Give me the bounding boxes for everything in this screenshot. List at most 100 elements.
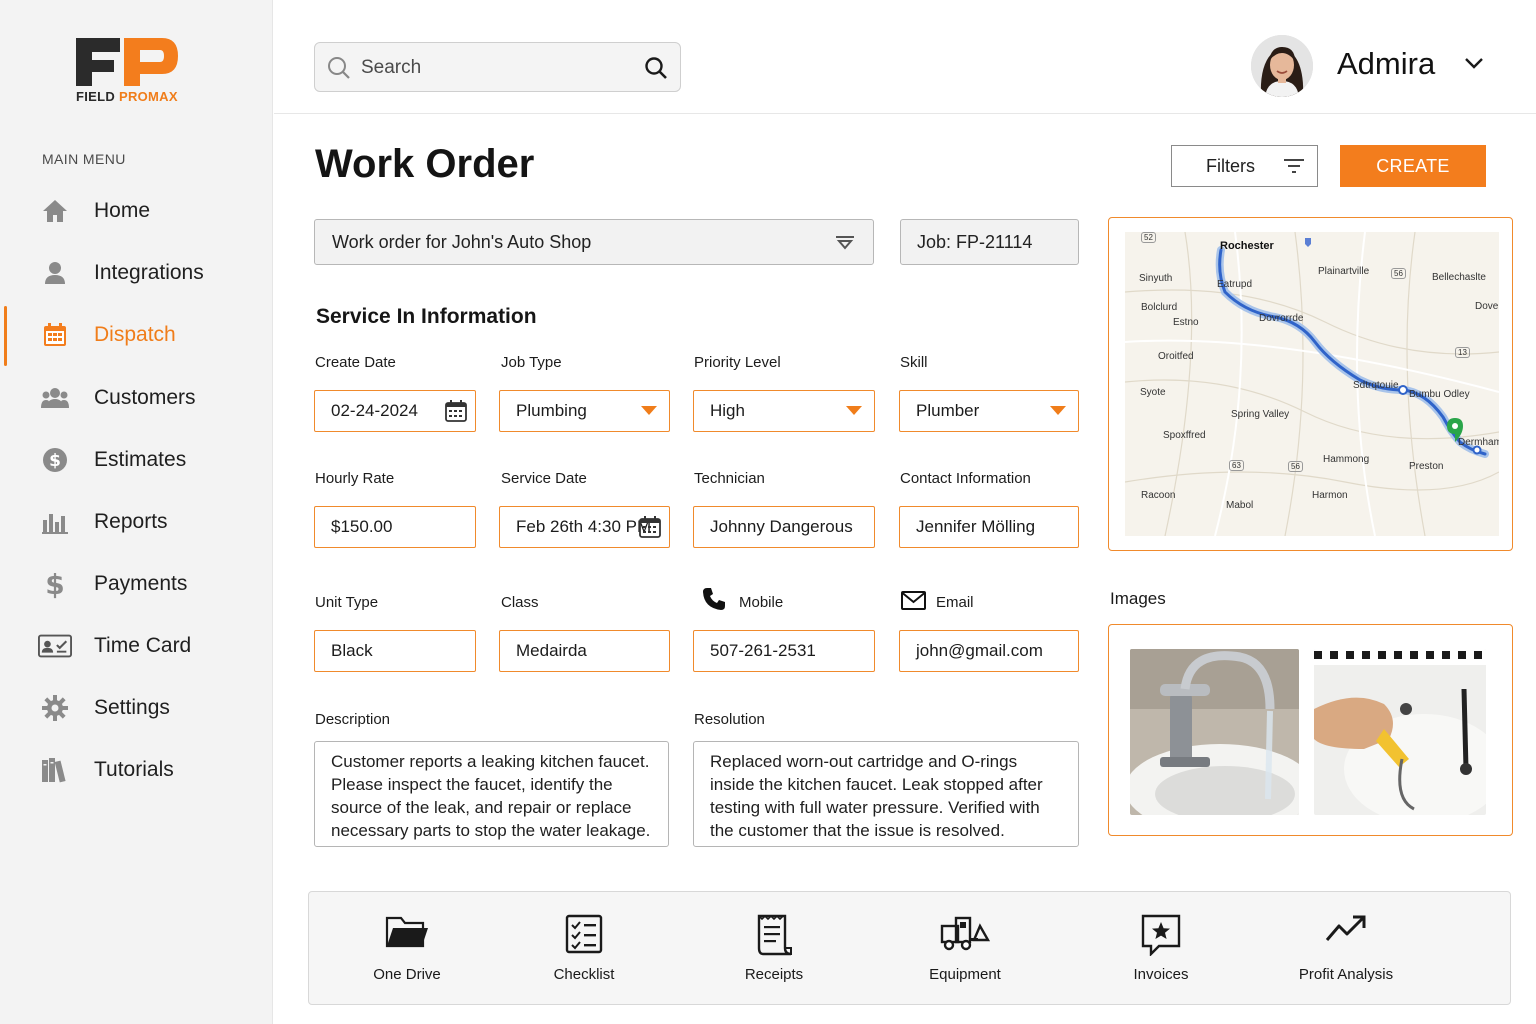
route-map[interactable]: Rochester Plainartville Bellechaslte Dov… <box>1125 232 1499 536</box>
resolution-label: Resolution <box>694 711 765 728</box>
sidebar: FIELD PROMAX MAIN MENU Home Integrations… <box>0 0 273 1024</box>
highway-shield: 63 <box>1229 460 1244 471</box>
sidebar-item-label: Tutorials <box>94 758 174 781</box>
tool-label: Checklist <box>553 966 615 983</box>
caret-down-icon <box>641 406 657 415</box>
email-label: Email <box>936 594 974 611</box>
create-button[interactable]: CREATE <box>1340 145 1486 187</box>
faucet-image[interactable] <box>1130 649 1299 815</box>
invoices-button[interactable]: Invoices <box>1086 892 1236 1004</box>
sidebar-item-estimates[interactable]: $ Estimates <box>0 431 273 489</box>
calendar-icon[interactable] <box>445 400 467 427</box>
create-date-label: Create Date <box>315 354 396 371</box>
priority-select[interactable]: High <box>693 390 875 432</box>
map-label: Hammong <box>1323 454 1370 465</box>
priority-label: Priority Level <box>694 354 781 371</box>
main-menu-title: MAIN MENU <box>42 151 126 167</box>
job-type-select[interactable]: Plumbing <box>499 390 670 432</box>
resolution-textarea[interactable]: Replaced worn-out cartridge and O-rings … <box>693 741 1079 847</box>
sidebar-item-time-card[interactable]: Time Card <box>0 617 273 675</box>
search-icon <box>327 56 351 85</box>
users-icon <box>38 381 72 415</box>
section-title: Service In Information <box>316 305 537 328</box>
one-drive-button[interactable]: One Drive <box>332 892 482 1004</box>
create-date-value: 02-24-2024 <box>331 401 418 420</box>
email-icon <box>901 591 926 615</box>
contact-field[interactable]: Jennifer Mölling <box>899 506 1079 548</box>
class-field[interactable]: Medairda <box>499 630 670 672</box>
profit-analysis-button[interactable]: Profit Analysis <box>1271 892 1421 1004</box>
sidebar-item-home[interactable]: Home <box>0 182 273 240</box>
job-number: Job: FP-21114 <box>900 219 1079 265</box>
sidebar-item-label: Dispatch <box>94 323 176 346</box>
bar-chart-icon <box>38 505 72 539</box>
bottom-toolbar: One Drive Checklist Receipts Equipment I… <box>308 891 1511 1005</box>
checklist-button[interactable]: Checklist <box>509 892 659 1004</box>
highway-shield: 13 <box>1455 347 1470 358</box>
contact-value: Jennifer Mölling <box>916 517 1036 536</box>
technician-value: Johnny Dangerous <box>710 517 853 536</box>
map-label: Spring Valley <box>1231 409 1290 420</box>
truck-icon <box>940 914 991 957</box>
svg-text:$: $ <box>45 569 64 599</box>
search-input[interactable] <box>361 53 631 83</box>
sidebar-item-label: Time Card <box>94 634 192 657</box>
books-icon <box>38 753 72 787</box>
repair-image[interactable] <box>1314 649 1486 815</box>
gear-icon <box>38 691 72 725</box>
sidebar-item-dispatch[interactable]: Dispatch <box>0 306 273 366</box>
filter-icon <box>1283 157 1305 180</box>
logo-text: FIELD PROMAX <box>76 89 178 104</box>
map-label: Sinyuth <box>1139 273 1173 284</box>
create-date-field[interactable]: 02-24-2024 <box>314 390 476 432</box>
home-icon <box>38 194 72 228</box>
skill-select[interactable]: Plumber <box>899 390 1079 432</box>
sidebar-item-label: Reports <box>94 510 168 533</box>
sidebar-item-label: Payments <box>94 572 188 595</box>
work-order-select[interactable]: Work order for John's Auto Shop <box>314 219 874 265</box>
sidebar-item-label: Estimates <box>94 448 187 471</box>
chevron-down-icon[interactable] <box>1464 56 1484 75</box>
sidebar-item-reports[interactable]: Reports <box>0 493 273 551</box>
service-date-field[interactable]: Feb 26th 4:30 PM <box>499 506 670 548</box>
avatar[interactable] <box>1251 35 1313 97</box>
sidebar-item-settings[interactable]: Settings <box>0 679 273 737</box>
equipment-button[interactable]: Equipment <box>890 892 1040 1004</box>
route-map-panel: Rochester Plainartville Bellechaslte Dov… <box>1108 217 1513 551</box>
dollar-circle-icon: $ <box>38 443 72 477</box>
service-date-value: Feb 26th 4:30 PM <box>516 517 652 536</box>
sidebar-item-label: Customers <box>94 386 196 409</box>
phone-icon <box>702 587 726 616</box>
service-date-label: Service Date <box>501 470 587 487</box>
receipt-icon <box>755 914 793 961</box>
tool-label: Profit Analysis <box>1298 966 1394 983</box>
sidebar-item-customers[interactable]: Customers <box>0 369 273 427</box>
technician-field[interactable]: Johnny Dangerous <box>693 506 875 548</box>
top-bar: Admira <box>274 0 1536 114</box>
description-textarea[interactable]: Customer reports a leaking kitchen fauce… <box>314 741 669 847</box>
sidebar-item-integrations[interactable]: Integrations <box>0 244 273 302</box>
dollar-icon: $ <box>38 567 72 601</box>
sidebar-item-tutorials[interactable]: Tutorials <box>0 741 273 799</box>
search-submit-icon[interactable] <box>644 56 668 85</box>
email-field[interactable]: john@gmail.com <box>899 630 1079 672</box>
highway-shield: 56 <box>1288 461 1303 472</box>
map-label: Plainartville <box>1318 266 1370 277</box>
map-label: Bumbu Odley <box>1409 389 1470 400</box>
hourly-rate-field[interactable]: $150.00 <box>314 506 476 548</box>
sidebar-item-label: Integrations <box>94 261 204 284</box>
highway-shield: 52 <box>1141 232 1156 243</box>
mobile-field[interactable]: 507-261-2531 <box>693 630 875 672</box>
unit-type-field[interactable]: Black <box>314 630 476 672</box>
receipts-button[interactable]: Receipts <box>699 892 849 1004</box>
map-label: Dermham <box>1458 437 1499 448</box>
id-card-icon <box>38 629 72 663</box>
sidebar-item-payments[interactable]: $ Payments <box>0 555 273 613</box>
calendar-icon[interactable] <box>639 516 661 543</box>
tool-label: Equipment <box>929 966 1001 983</box>
filters-button[interactable]: Filters <box>1171 145 1318 187</box>
folder-icon <box>385 914 429 955</box>
dropdown-filter-icon <box>835 235 855 256</box>
map-label: Dover <box>1475 301 1499 312</box>
star-doc-icon <box>1141 914 1181 961</box>
